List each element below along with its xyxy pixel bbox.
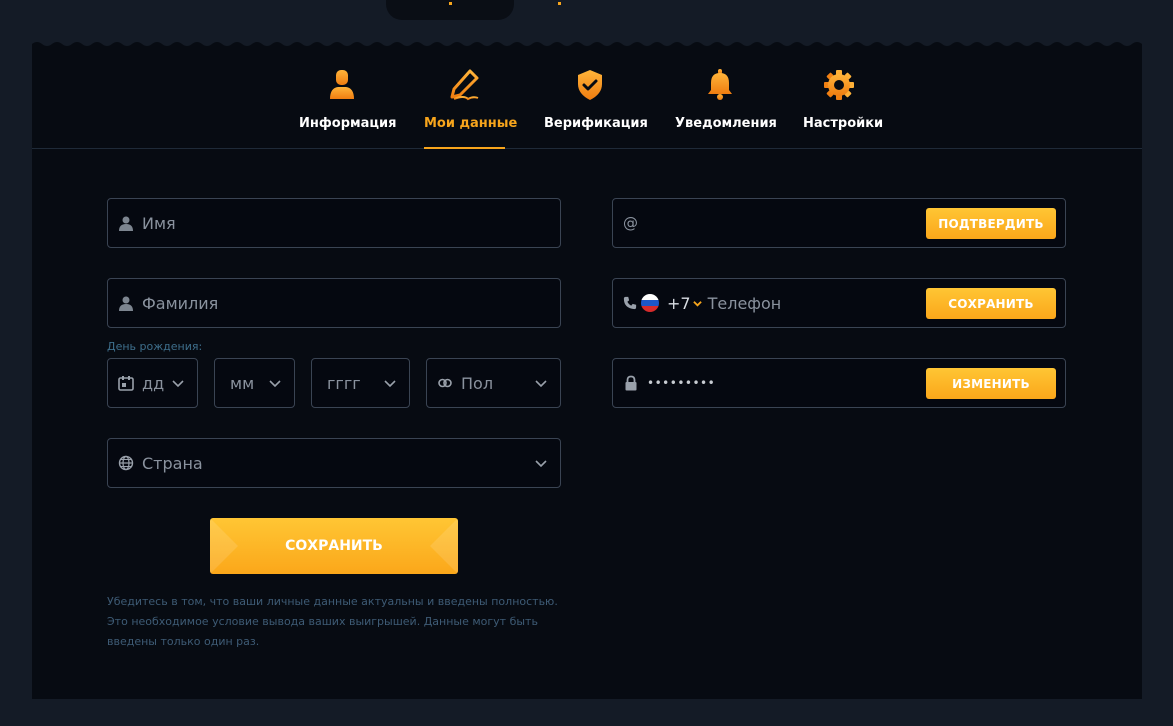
profile-panel: Информация Мои данные Верификация Уведом… <box>32 48 1142 699</box>
profile-note: Убедитесь в том, что ваши личные данные … <box>107 595 558 648</box>
tab-label: Уведомления <box>675 116 777 131</box>
save-profile-button[interactable]: СОХРАНИТЬ <box>210 518 458 574</box>
tab-information[interactable]: Информация <box>299 68 397 148</box>
globe-icon <box>118 455 134 471</box>
lock-icon <box>625 375 637 391</box>
chevron-down-icon[interactable] <box>692 299 702 308</box>
day-placeholder: дд <box>142 373 165 393</box>
password-field[interactable]: ••••••••• ИЗМЕНИТЬ <box>612 358 1066 408</box>
top-dot <box>558 2 561 5</box>
user-icon <box>119 296 133 311</box>
russia-flag-icon[interactable] <box>641 294 659 312</box>
phone-placeholder: Телефон <box>707 293 782 313</box>
birthday-label: День рождения: <box>107 340 203 353</box>
gender-placeholder: Пол <box>461 373 494 393</box>
change-password-button[interactable]: ИЗМЕНИТЬ <box>926 368 1056 399</box>
first-name-placeholder: Имя <box>142 213 176 233</box>
last-name-field[interactable]: Фамилия <box>107 278 561 328</box>
profile-tabs: Информация Мои данные Верификация Уведом… <box>32 48 1142 149</box>
year-placeholder: гггг <box>327 373 361 393</box>
save-profile-label: СОХРАНИТЬ <box>285 538 383 554</box>
birth-month-select[interactable]: мм <box>214 358 295 408</box>
user-icon <box>119 216 133 231</box>
gender-select[interactable]: Пол <box>426 358 561 408</box>
phone-field[interactable]: +7 Телефон СОХРАНИТЬ <box>612 278 1066 328</box>
tab-notifications[interactable]: Уведомления <box>675 68 777 148</box>
country-placeholder: Страна <box>142 453 203 473</box>
tab-label: Мои данные <box>424 116 518 131</box>
month-placeholder: мм <box>230 373 255 393</box>
last-name-placeholder: Фамилия <box>142 293 219 313</box>
gender-icon <box>438 378 452 388</box>
email-field[interactable]: @ ПОДТВЕРДИТЬ <box>612 198 1066 248</box>
tab-verification[interactable]: Верификация <box>544 68 648 148</box>
phone-country-code[interactable]: +7 <box>667 294 691 313</box>
chevron-down-icon <box>535 460 547 468</box>
chevron-down-icon <box>535 380 547 388</box>
tab-label: Верификация <box>544 116 648 131</box>
chevron-down-icon <box>269 380 281 388</box>
phone-icon <box>623 296 637 310</box>
chevron-down-icon <box>172 380 184 388</box>
chevron-down-icon <box>384 380 396 388</box>
tab-label: Настройки <box>803 116 884 131</box>
birth-year-select[interactable]: гггг <box>311 358 410 408</box>
country-select[interactable]: Страна <box>107 438 561 488</box>
confirm-email-button[interactable]: ПОДТВЕРДИТЬ <box>926 208 1056 239</box>
email-placeholder: @ <box>623 214 638 232</box>
calendar-icon <box>118 376 134 391</box>
password-value: ••••••••• <box>647 376 716 390</box>
top-dot <box>449 2 452 5</box>
tab-my-data[interactable]: Мои данные <box>424 68 518 149</box>
gear-icon <box>824 70 854 100</box>
first-name-field[interactable]: Имя <box>107 198 561 248</box>
tab-label: Информация <box>299 116 397 131</box>
bell-icon <box>708 69 732 100</box>
pencil-icon <box>450 69 478 101</box>
user-icon <box>330 70 354 99</box>
birth-day-select[interactable]: дд <box>107 358 198 408</box>
shield-check-icon <box>578 70 602 100</box>
save-phone-button[interactable]: СОХРАНИТЬ <box>926 288 1056 319</box>
tab-settings[interactable]: Настройки <box>803 68 884 148</box>
